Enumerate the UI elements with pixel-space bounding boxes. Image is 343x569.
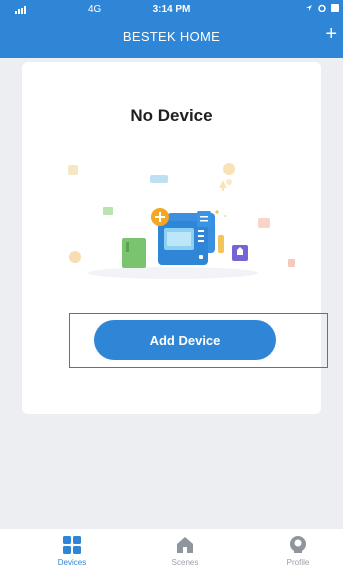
empty-state-message: No Device (130, 106, 213, 125)
nav-label-scenes: Scenes (171, 558, 199, 567)
bottom-nav: Devices Scenes Profile (0, 529, 343, 569)
battery-icon (331, 4, 339, 12)
nav-label-devices: Devices (57, 558, 87, 567)
location-icon (306, 5, 312, 11)
home-icon (177, 537, 193, 553)
profile-icon (290, 536, 306, 553)
devices-grid-icon (63, 536, 81, 554)
status-bar: 4G 3:14 PM (0, 0, 343, 20)
plus-icon[interactable]: + (325, 24, 337, 44)
nav-item-profile[interactable]: Profile (268, 535, 328, 567)
nav-item-scenes[interactable]: Scenes (155, 535, 215, 567)
page-title: BESTEK HOME (122, 29, 221, 44)
alarm-icon (318, 4, 326, 12)
smart-home-devices-illustration (68, 163, 295, 279)
app-header: 4G 3:14 PM BESTEK HOME + (0, 0, 343, 58)
add-device-button[interactable]: Add Device (94, 320, 276, 360)
status-time: 3:14 PM (152, 4, 191, 15)
nav-label-profile: Profile (286, 558, 310, 567)
nav-item-devices[interactable]: Devices (42, 535, 102, 567)
status-icons (305, 4, 339, 12)
